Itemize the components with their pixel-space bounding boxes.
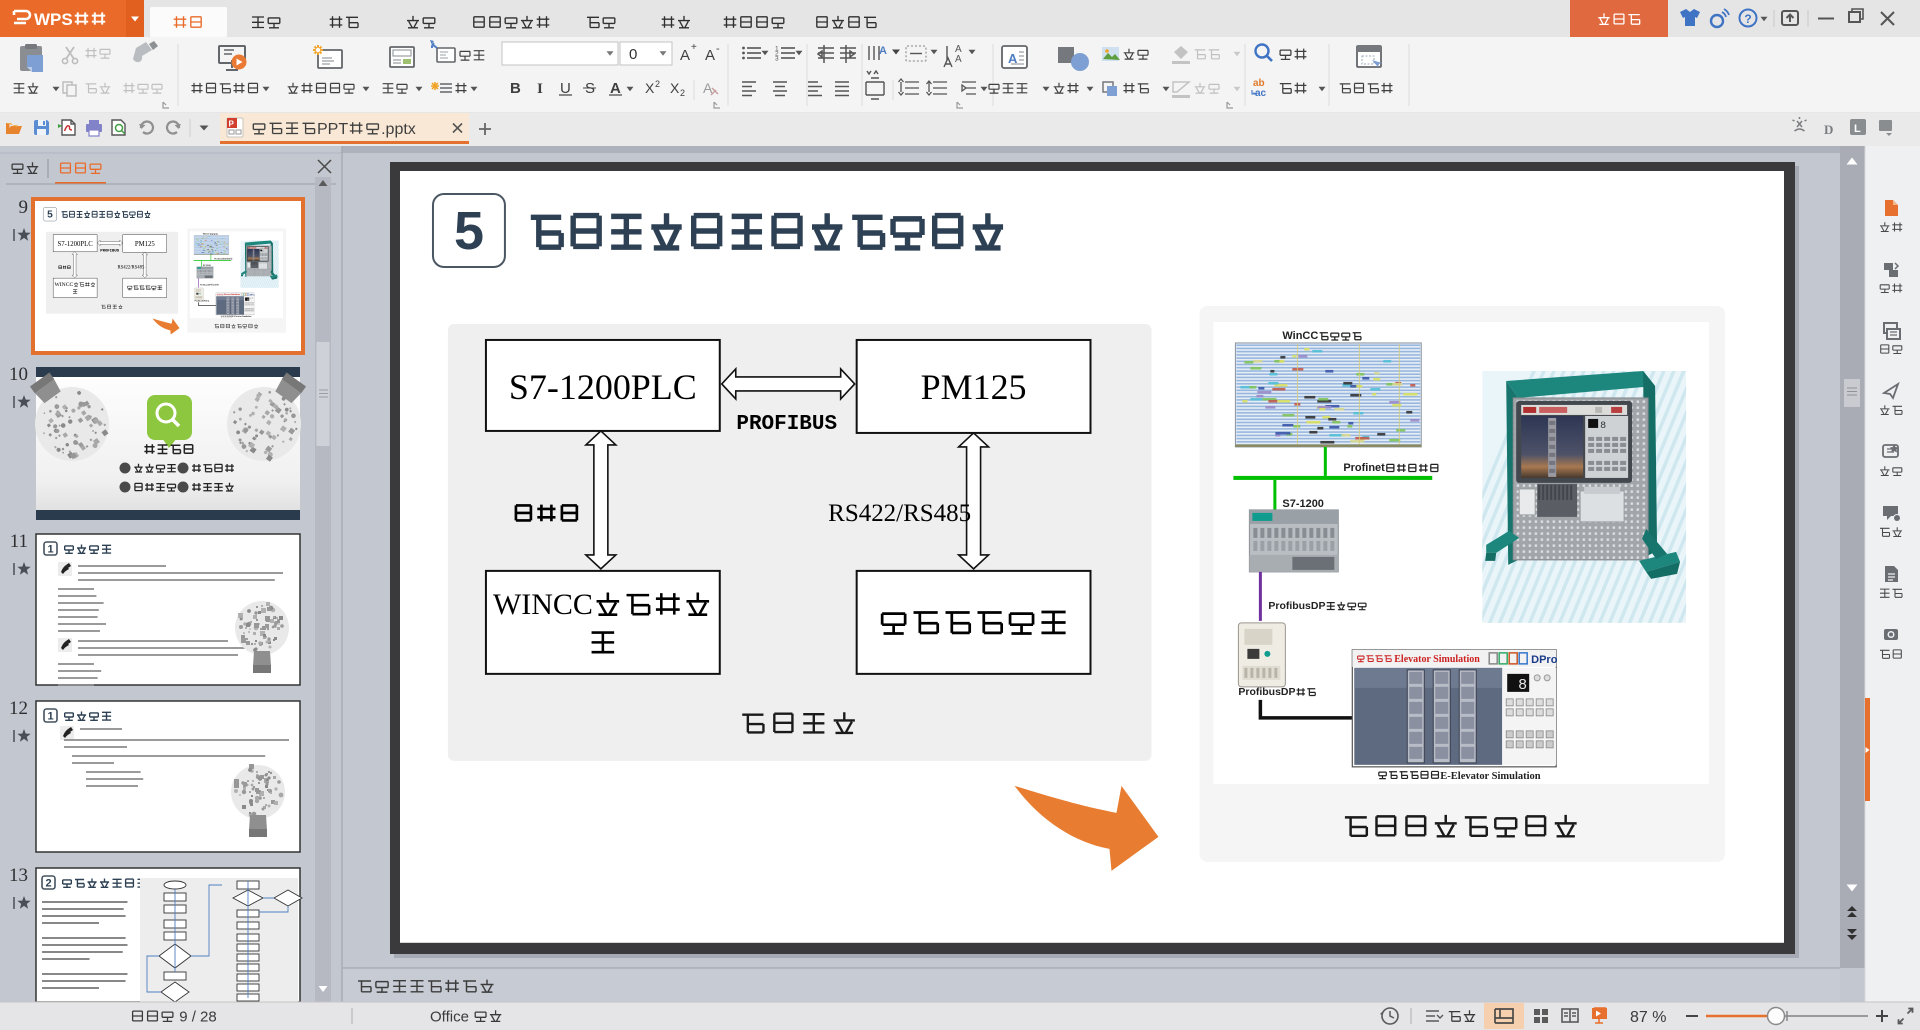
svg-text:9 / 28: 9 / 28 xyxy=(179,1008,217,1025)
svg-text:-: - xyxy=(716,43,720,55)
svg-text:5: 5 xyxy=(47,210,53,221)
svg-text:11: 11 xyxy=(10,531,28,552)
svg-text:P: P xyxy=(229,120,235,129)
svg-text:RS422/RS485: RS422/RS485 xyxy=(828,500,971,527)
svg-text:Elevator Simulation: Elevator Simulation xyxy=(224,294,240,296)
svg-text:A: A xyxy=(705,47,715,64)
svg-text:.pptx: .pptx xyxy=(381,121,416,138)
svg-text:13: 13 xyxy=(9,865,28,886)
svg-text:L: L xyxy=(1854,123,1861,135)
svg-text:X: X xyxy=(645,80,655,96)
svg-text:Office: Office xyxy=(430,1008,469,1025)
svg-text:RS422/RS485: RS422/RS485 xyxy=(117,266,144,271)
svg-text:3: 3 xyxy=(775,56,779,63)
svg-text:1: 1 xyxy=(47,544,53,556)
svg-text:E-Elevator Simulation: E-Elevator Simulation xyxy=(1440,771,1540,782)
svg-text:+: + xyxy=(691,42,697,53)
svg-text:ProfibusDP: ProfibusDP xyxy=(195,300,206,302)
svg-text:10: 10 xyxy=(9,364,28,385)
svg-text:87 %: 87 % xyxy=(1630,1009,1666,1026)
svg-text:D: D xyxy=(1824,122,1833,137)
svg-text:?: ? xyxy=(1744,12,1751,26)
svg-text:A: A xyxy=(879,45,887,57)
svg-text:S7-1200PLC: S7-1200PLC xyxy=(57,241,93,248)
svg-text:ProfibusDP: ProfibusDP xyxy=(1238,687,1295,698)
svg-text:5: 5 xyxy=(454,201,484,261)
svg-text:ac: ac xyxy=(1255,88,1267,99)
svg-text:E-Elevator Simulation: E-Elevator Simulation xyxy=(233,316,253,318)
svg-text:X: X xyxy=(670,80,680,96)
svg-text:PROFIBUS: PROFIBUS xyxy=(736,413,837,436)
svg-text:WinCC: WinCC xyxy=(1282,330,1318,342)
svg-text:Profinet: Profinet xyxy=(1343,462,1385,474)
svg-text:8: 8 xyxy=(1600,420,1606,431)
svg-text:DPro: DPro xyxy=(1531,654,1558,666)
svg-text:9: 9 xyxy=(19,197,29,218)
svg-text:0: 0 xyxy=(629,46,637,63)
svg-text:I: I xyxy=(537,81,543,97)
svg-text:1: 1 xyxy=(47,711,53,723)
svg-text:ProfibusDP: ProfibusDP xyxy=(200,284,211,286)
svg-text:PROFIBUS: PROFIBUS xyxy=(100,249,120,253)
svg-text:WINCC: WINCC xyxy=(493,588,593,621)
svg-text:S7-1200PLC: S7-1200PLC xyxy=(509,367,697,407)
svg-text:2: 2 xyxy=(680,88,685,98)
svg-text:PPT: PPT xyxy=(317,121,348,138)
svg-text:2: 2 xyxy=(655,79,660,89)
svg-text:S7-1200: S7-1200 xyxy=(1282,498,1324,510)
svg-text:B: B xyxy=(510,80,521,97)
svg-text:A: A xyxy=(955,54,962,65)
svg-text:Elevator Simulation: Elevator Simulation xyxy=(1394,654,1480,665)
svg-text:ProfibusDP: ProfibusDP xyxy=(1268,601,1325,612)
svg-text:2: 2 xyxy=(45,878,51,890)
svg-text:PM125: PM125 xyxy=(921,367,1027,407)
svg-text:8: 8 xyxy=(1518,677,1527,694)
svg-text:PM125: PM125 xyxy=(135,241,156,248)
svg-text:WPS: WPS xyxy=(34,10,73,29)
svg-text:8: 8 xyxy=(263,249,264,252)
svg-text:WINCC: WINCC xyxy=(54,282,73,288)
svg-text:12: 12 xyxy=(9,698,28,719)
svg-text:A: A xyxy=(680,47,690,64)
